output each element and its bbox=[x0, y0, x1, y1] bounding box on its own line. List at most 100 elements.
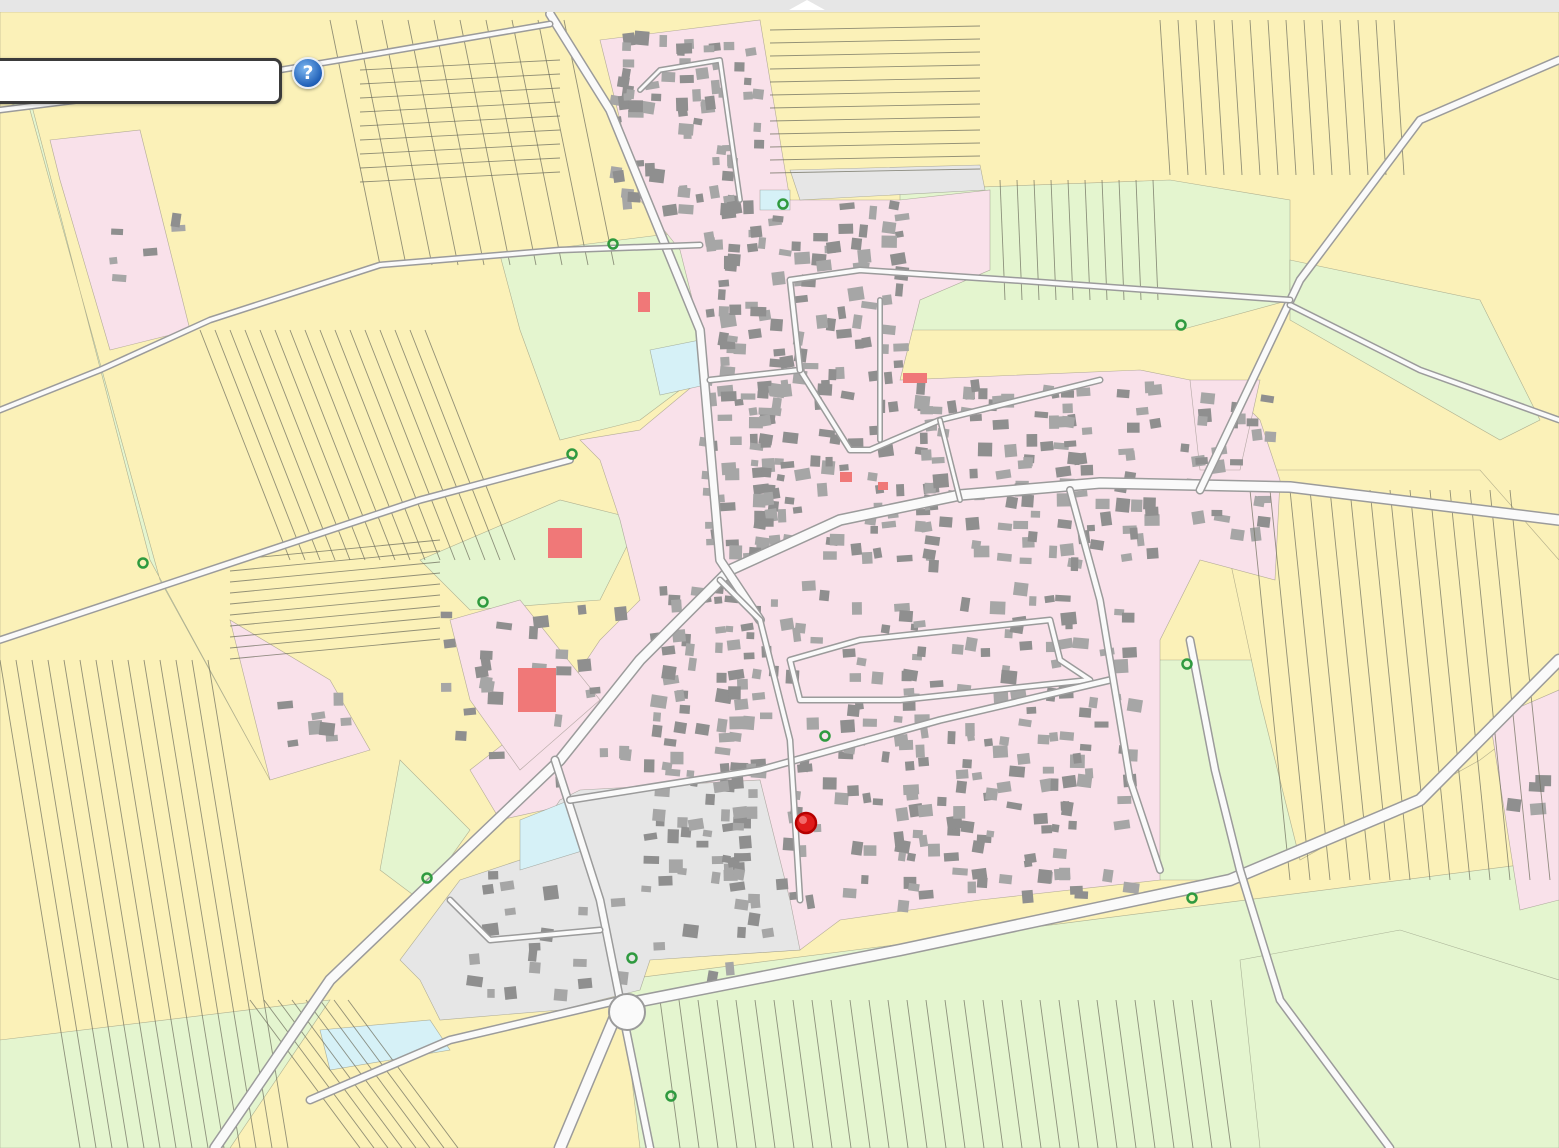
building bbox=[111, 228, 124, 236]
building bbox=[758, 407, 773, 416]
building bbox=[978, 388, 988, 400]
building bbox=[1059, 731, 1075, 741]
building bbox=[695, 193, 704, 203]
building bbox=[678, 204, 694, 215]
building bbox=[589, 686, 601, 695]
building bbox=[992, 419, 1009, 430]
building bbox=[983, 738, 994, 747]
building bbox=[652, 808, 666, 822]
building bbox=[918, 889, 934, 900]
building bbox=[277, 700, 294, 710]
search-input[interactable] bbox=[0, 61, 279, 101]
building bbox=[757, 236, 767, 250]
building bbox=[702, 829, 713, 838]
building bbox=[951, 644, 964, 655]
building bbox=[717, 414, 733, 421]
highlighted-building bbox=[518, 668, 556, 712]
building bbox=[754, 139, 765, 149]
map-canvas[interactable] bbox=[0, 0, 1559, 1148]
selected-location-icon bbox=[794, 811, 818, 835]
building bbox=[761, 927, 775, 939]
building bbox=[1088, 696, 1099, 709]
building bbox=[1129, 527, 1139, 540]
building bbox=[1053, 868, 1071, 881]
building bbox=[962, 758, 972, 769]
highlighted-building bbox=[903, 373, 927, 383]
building bbox=[989, 601, 1006, 615]
building bbox=[867, 472, 878, 482]
building bbox=[747, 912, 761, 927]
building bbox=[775, 878, 789, 891]
building bbox=[928, 559, 939, 573]
building bbox=[880, 624, 891, 634]
search-box[interactable] bbox=[0, 58, 282, 104]
building bbox=[1072, 637, 1090, 650]
building bbox=[816, 482, 828, 497]
building bbox=[915, 744, 925, 758]
building bbox=[527, 949, 538, 962]
building bbox=[1048, 415, 1060, 429]
building bbox=[487, 691, 504, 705]
building bbox=[819, 589, 830, 602]
building bbox=[622, 42, 632, 51]
building bbox=[868, 205, 878, 220]
building bbox=[661, 664, 677, 681]
building bbox=[997, 522, 1013, 532]
building bbox=[751, 668, 762, 680]
building bbox=[772, 215, 784, 223]
building bbox=[806, 717, 820, 730]
building bbox=[743, 77, 752, 86]
building bbox=[1081, 427, 1093, 435]
building bbox=[893, 715, 903, 723]
building bbox=[794, 251, 811, 265]
building bbox=[1135, 406, 1149, 416]
building bbox=[748, 328, 762, 340]
building bbox=[1117, 795, 1132, 805]
building bbox=[916, 381, 926, 395]
building bbox=[838, 223, 854, 234]
collapse-tab[interactable] bbox=[789, 0, 825, 10]
building bbox=[1063, 440, 1077, 448]
building bbox=[834, 792, 849, 806]
building bbox=[870, 525, 878, 534]
building bbox=[661, 761, 673, 772]
building bbox=[850, 237, 863, 251]
building bbox=[1195, 457, 1209, 465]
building bbox=[1072, 752, 1082, 764]
building bbox=[729, 545, 743, 560]
building bbox=[1037, 869, 1053, 885]
building bbox=[751, 692, 766, 701]
building bbox=[913, 394, 931, 410]
building bbox=[610, 897, 626, 908]
building bbox=[782, 431, 799, 445]
building bbox=[810, 455, 821, 467]
building bbox=[960, 820, 975, 834]
building bbox=[667, 829, 679, 844]
building bbox=[1144, 381, 1155, 394]
building bbox=[720, 809, 730, 822]
building bbox=[764, 518, 774, 527]
building bbox=[711, 856, 724, 865]
building bbox=[1059, 543, 1075, 557]
building bbox=[748, 893, 760, 904]
building bbox=[849, 673, 862, 682]
building bbox=[1116, 389, 1130, 399]
building bbox=[730, 436, 742, 445]
help-button[interactable]: ? bbox=[292, 57, 324, 89]
building bbox=[734, 698, 749, 711]
building bbox=[481, 883, 495, 895]
building bbox=[881, 221, 897, 235]
building bbox=[952, 867, 968, 876]
building bbox=[1026, 434, 1038, 447]
building bbox=[986, 830, 995, 838]
building bbox=[748, 407, 758, 416]
building bbox=[887, 401, 899, 413]
building bbox=[770, 599, 778, 607]
building bbox=[729, 716, 745, 730]
building bbox=[732, 868, 746, 881]
building bbox=[670, 599, 682, 613]
building bbox=[980, 647, 991, 657]
building bbox=[553, 988, 568, 1002]
building bbox=[825, 240, 842, 254]
building bbox=[704, 95, 716, 111]
